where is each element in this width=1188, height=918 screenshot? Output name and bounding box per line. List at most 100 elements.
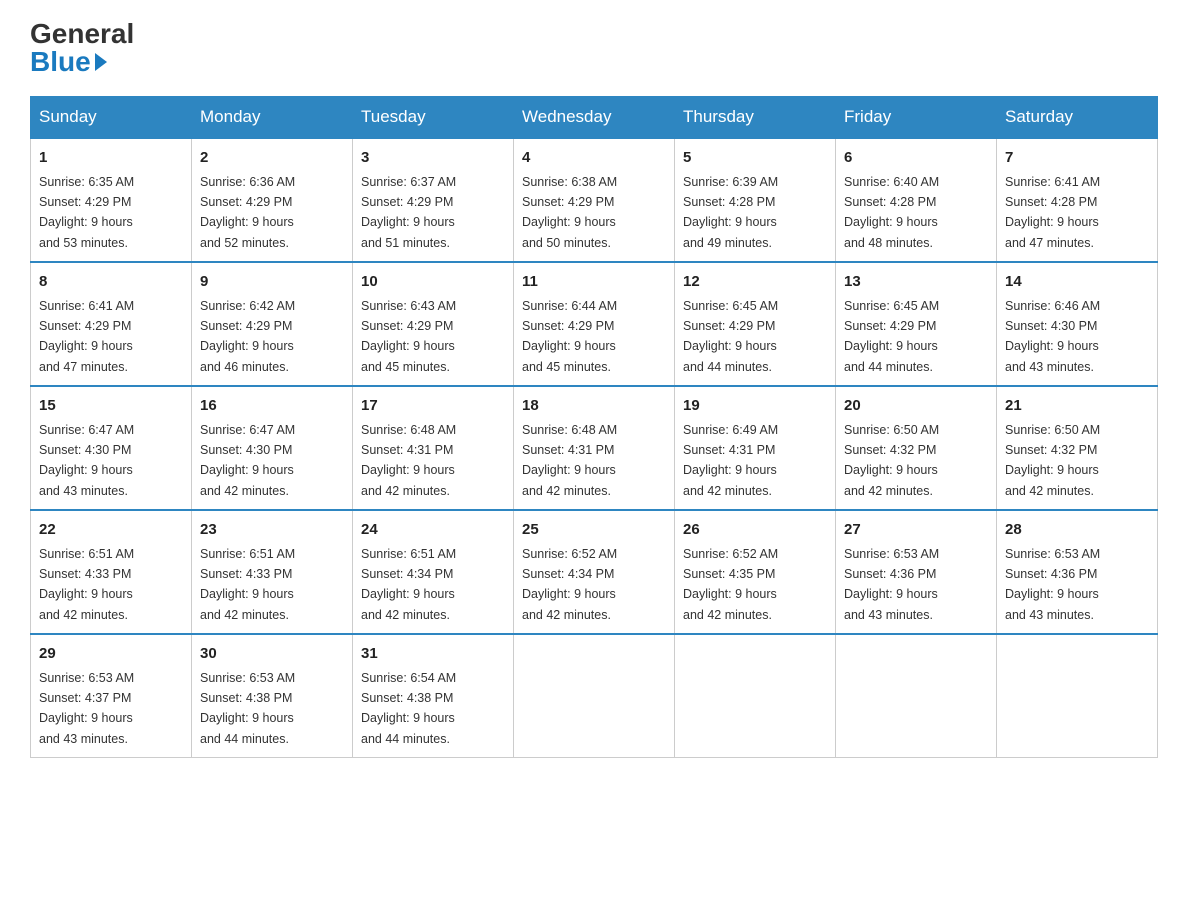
- day-number: 6: [844, 147, 988, 170]
- calendar-cell: 28 Sunrise: 6:53 AMSunset: 4:36 PMDaylig…: [997, 510, 1158, 634]
- day-info: Sunrise: 6:37 AMSunset: 4:29 PMDaylight:…: [361, 175, 456, 250]
- header-sunday: Sunday: [31, 97, 192, 139]
- header-tuesday: Tuesday: [353, 97, 514, 139]
- day-info: Sunrise: 6:52 AMSunset: 4:35 PMDaylight:…: [683, 547, 778, 622]
- calendar-cell: 29 Sunrise: 6:53 AMSunset: 4:37 PMDaylig…: [31, 634, 192, 758]
- day-info: Sunrise: 6:44 AMSunset: 4:29 PMDaylight:…: [522, 299, 617, 374]
- calendar-cell: 1 Sunrise: 6:35 AMSunset: 4:29 PMDayligh…: [31, 138, 192, 262]
- logo-triangle-icon: [95, 53, 107, 71]
- day-info: Sunrise: 6:51 AMSunset: 4:34 PMDaylight:…: [361, 547, 456, 622]
- calendar-cell: 22 Sunrise: 6:51 AMSunset: 4:33 PMDaylig…: [31, 510, 192, 634]
- day-number: 20: [844, 395, 988, 418]
- calendar-cell: 30 Sunrise: 6:53 AMSunset: 4:38 PMDaylig…: [192, 634, 353, 758]
- day-number: 12: [683, 271, 827, 294]
- day-number: 27: [844, 519, 988, 542]
- calendar-cell: 9 Sunrise: 6:42 AMSunset: 4:29 PMDayligh…: [192, 262, 353, 386]
- day-number: 15: [39, 395, 183, 418]
- calendar-table: SundayMondayTuesdayWednesdayThursdayFrid…: [30, 96, 1158, 758]
- header-friday: Friday: [836, 97, 997, 139]
- day-number: 2: [200, 147, 344, 170]
- day-info: Sunrise: 6:45 AMSunset: 4:29 PMDaylight:…: [683, 299, 778, 374]
- day-number: 25: [522, 519, 666, 542]
- calendar-cell: 5 Sunrise: 6:39 AMSunset: 4:28 PMDayligh…: [675, 138, 836, 262]
- day-info: Sunrise: 6:51 AMSunset: 4:33 PMDaylight:…: [200, 547, 295, 622]
- logo: General Blue: [30, 20, 134, 76]
- day-info: Sunrise: 6:53 AMSunset: 4:37 PMDaylight:…: [39, 671, 134, 746]
- calendar-cell: 18 Sunrise: 6:48 AMSunset: 4:31 PMDaylig…: [514, 386, 675, 510]
- day-info: Sunrise: 6:36 AMSunset: 4:29 PMDaylight:…: [200, 175, 295, 250]
- day-number: 31: [361, 643, 505, 666]
- day-info: Sunrise: 6:40 AMSunset: 4:28 PMDaylight:…: [844, 175, 939, 250]
- day-number: 23: [200, 519, 344, 542]
- calendar-cell: 31 Sunrise: 6:54 AMSunset: 4:38 PMDaylig…: [353, 634, 514, 758]
- page-header: General Blue: [30, 20, 1158, 76]
- day-number: 29: [39, 643, 183, 666]
- day-info: Sunrise: 6:41 AMSunset: 4:29 PMDaylight:…: [39, 299, 134, 374]
- day-number: 3: [361, 147, 505, 170]
- logo-blue-text: Blue: [30, 48, 107, 76]
- calendar-cell: 16 Sunrise: 6:47 AMSunset: 4:30 PMDaylig…: [192, 386, 353, 510]
- day-number: 28: [1005, 519, 1149, 542]
- header-saturday: Saturday: [997, 97, 1158, 139]
- day-number: 5: [683, 147, 827, 170]
- day-number: 13: [844, 271, 988, 294]
- day-info: Sunrise: 6:52 AMSunset: 4:34 PMDaylight:…: [522, 547, 617, 622]
- calendar-cell: 19 Sunrise: 6:49 AMSunset: 4:31 PMDaylig…: [675, 386, 836, 510]
- day-number: 1: [39, 147, 183, 170]
- calendar-cell: 21 Sunrise: 6:50 AMSunset: 4:32 PMDaylig…: [997, 386, 1158, 510]
- day-number: 11: [522, 271, 666, 294]
- day-info: Sunrise: 6:48 AMSunset: 4:31 PMDaylight:…: [361, 423, 456, 498]
- calendar-cell: 26 Sunrise: 6:52 AMSunset: 4:35 PMDaylig…: [675, 510, 836, 634]
- day-info: Sunrise: 6:35 AMSunset: 4:29 PMDaylight:…: [39, 175, 134, 250]
- day-number: 21: [1005, 395, 1149, 418]
- day-info: Sunrise: 6:50 AMSunset: 4:32 PMDaylight:…: [1005, 423, 1100, 498]
- calendar-cell: 17 Sunrise: 6:48 AMSunset: 4:31 PMDaylig…: [353, 386, 514, 510]
- day-number: 10: [361, 271, 505, 294]
- day-info: Sunrise: 6:46 AMSunset: 4:30 PMDaylight:…: [1005, 299, 1100, 374]
- calendar-cell: 6 Sunrise: 6:40 AMSunset: 4:28 PMDayligh…: [836, 138, 997, 262]
- day-info: Sunrise: 6:45 AMSunset: 4:29 PMDaylight:…: [844, 299, 939, 374]
- calendar-cell: 24 Sunrise: 6:51 AMSunset: 4:34 PMDaylig…: [353, 510, 514, 634]
- calendar-cell: 14 Sunrise: 6:46 AMSunset: 4:30 PMDaylig…: [997, 262, 1158, 386]
- calendar-cell: 25 Sunrise: 6:52 AMSunset: 4:34 PMDaylig…: [514, 510, 675, 634]
- day-info: Sunrise: 6:47 AMSunset: 4:30 PMDaylight:…: [200, 423, 295, 498]
- day-info: Sunrise: 6:53 AMSunset: 4:36 PMDaylight:…: [844, 547, 939, 622]
- calendar-cell: [514, 634, 675, 758]
- calendar-cell: 27 Sunrise: 6:53 AMSunset: 4:36 PMDaylig…: [836, 510, 997, 634]
- day-info: Sunrise: 6:51 AMSunset: 4:33 PMDaylight:…: [39, 547, 134, 622]
- calendar-cell: 3 Sunrise: 6:37 AMSunset: 4:29 PMDayligh…: [353, 138, 514, 262]
- calendar-cell: 20 Sunrise: 6:50 AMSunset: 4:32 PMDaylig…: [836, 386, 997, 510]
- day-number: 7: [1005, 147, 1149, 170]
- week-row-4: 22 Sunrise: 6:51 AMSunset: 4:33 PMDaylig…: [31, 510, 1158, 634]
- calendar-cell: 15 Sunrise: 6:47 AMSunset: 4:30 PMDaylig…: [31, 386, 192, 510]
- day-info: Sunrise: 6:53 AMSunset: 4:36 PMDaylight:…: [1005, 547, 1100, 622]
- week-row-1: 1 Sunrise: 6:35 AMSunset: 4:29 PMDayligh…: [31, 138, 1158, 262]
- day-number: 16: [200, 395, 344, 418]
- day-info: Sunrise: 6:54 AMSunset: 4:38 PMDaylight:…: [361, 671, 456, 746]
- calendar-cell: [675, 634, 836, 758]
- logo-general-text: General: [30, 20, 134, 48]
- header-thursday: Thursday: [675, 97, 836, 139]
- day-info: Sunrise: 6:42 AMSunset: 4:29 PMDaylight:…: [200, 299, 295, 374]
- day-number: 4: [522, 147, 666, 170]
- day-number: 18: [522, 395, 666, 418]
- day-number: 30: [200, 643, 344, 666]
- calendar-cell: [836, 634, 997, 758]
- calendar-cell: 2 Sunrise: 6:36 AMSunset: 4:29 PMDayligh…: [192, 138, 353, 262]
- calendar-cell: 4 Sunrise: 6:38 AMSunset: 4:29 PMDayligh…: [514, 138, 675, 262]
- week-row-3: 15 Sunrise: 6:47 AMSunset: 4:30 PMDaylig…: [31, 386, 1158, 510]
- day-number: 17: [361, 395, 505, 418]
- day-number: 22: [39, 519, 183, 542]
- day-info: Sunrise: 6:43 AMSunset: 4:29 PMDaylight:…: [361, 299, 456, 374]
- day-number: 14: [1005, 271, 1149, 294]
- header-monday: Monday: [192, 97, 353, 139]
- calendar-cell: [997, 634, 1158, 758]
- header-wednesday: Wednesday: [514, 97, 675, 139]
- day-number: 8: [39, 271, 183, 294]
- day-info: Sunrise: 6:38 AMSunset: 4:29 PMDaylight:…: [522, 175, 617, 250]
- day-info: Sunrise: 6:53 AMSunset: 4:38 PMDaylight:…: [200, 671, 295, 746]
- day-info: Sunrise: 6:48 AMSunset: 4:31 PMDaylight:…: [522, 423, 617, 498]
- calendar-cell: 13 Sunrise: 6:45 AMSunset: 4:29 PMDaylig…: [836, 262, 997, 386]
- day-info: Sunrise: 6:49 AMSunset: 4:31 PMDaylight:…: [683, 423, 778, 498]
- header-row: SundayMondayTuesdayWednesdayThursdayFrid…: [31, 97, 1158, 139]
